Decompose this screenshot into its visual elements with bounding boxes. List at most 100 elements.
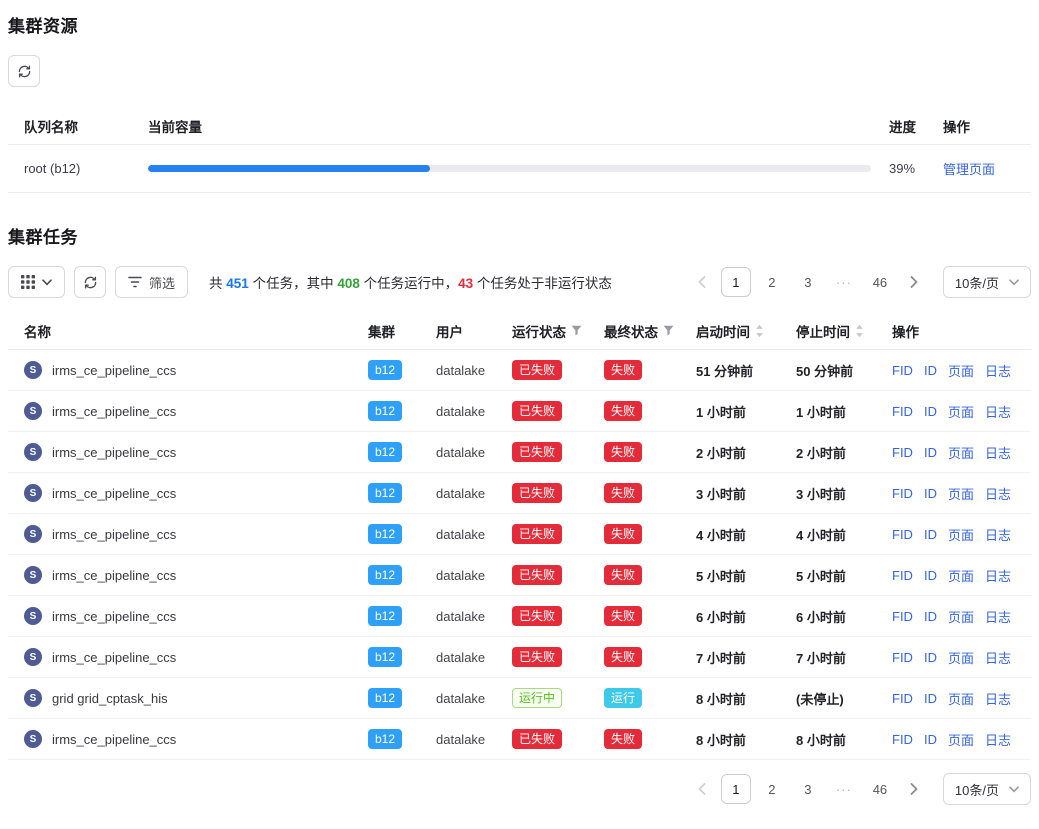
action-fid-link[interactable]: FID [892,445,913,460]
start-time: 8 小时前 [680,689,780,708]
action-id-link[interactable]: ID [924,568,937,583]
next-page-button[interactable] [901,267,927,297]
action-log-link[interactable]: 日志 [985,689,1011,708]
action-log-link[interactable]: 日志 [985,607,1011,626]
action-page-link[interactable]: 页面 [948,525,974,544]
start-time-sorter-icon[interactable] [755,324,764,338]
action-log-link[interactable]: 日志 [985,484,1011,503]
page-button-46[interactable]: 46 [865,267,895,297]
action-log-link[interactable]: 日志 [985,443,1011,462]
resources-table: 队列名称 当前容量 进度 操作 root (b12) 39% 管理页面 [8,107,1031,193]
tasks-section-title: 集群任务 [8,223,1031,248]
filter-button[interactable]: 筛选 [115,266,188,298]
run-status-badge: 已失败 [512,401,562,421]
action-page-link[interactable]: 页面 [948,443,974,462]
page-button-1[interactable]: 1 [721,267,751,297]
prev-page-button[interactable] [689,267,715,297]
header-current-capacity: 当前容量 [148,116,889,136]
action-fid-link[interactable]: FID [892,691,913,706]
resources-table-header: 队列名称 当前容量 进度 操作 [8,107,1031,145]
action-fid-link[interactable]: FID [892,527,913,542]
task-name: irms_ce_pipeline_ccs [52,486,176,501]
stop-time: 4 小时前 [780,525,876,544]
table-row: S irms_ce_pipeline_ccs b12 datalake 已失败 … [8,432,1031,473]
action-fid-link[interactable]: FID [892,650,913,665]
action-fid-link[interactable]: FID [892,404,913,419]
action-page-link[interactable]: 页面 [948,648,974,667]
action-id-link[interactable]: ID [924,527,937,542]
action-page-link[interactable]: 页面 [948,361,974,380]
final-status-filter-icon[interactable] [663,325,674,336]
tasks-refresh-button[interactable] [74,266,106,298]
action-page-link[interactable]: 页面 [948,730,974,749]
stop-time: 2 小时前 [780,443,876,462]
cluster-badge: b12 [368,524,402,544]
header-run-status: 运行状态 [496,321,588,341]
task-user: datalake [420,691,496,706]
action-page-link[interactable]: 页面 [948,689,974,708]
stop-time: 1 小时前 [780,402,876,421]
action-page-link[interactable]: 页面 [948,566,974,585]
tasks-table-header: 名称 集群 用户 运行状态 最终状态 启动时间 [8,312,1031,350]
resources-refresh-button[interactable] [8,55,40,87]
action-page-link[interactable]: 页面 [948,402,974,421]
page-button-2[interactable]: 2 [757,774,787,804]
column-settings-button[interactable] [8,266,65,298]
action-id-link[interactable]: ID [924,732,937,747]
start-time: 8 小时前 [680,730,780,749]
prev-page-button[interactable] [689,774,715,804]
action-id-link[interactable]: ID [924,445,937,460]
bottom-pagination-bar: 1 2 3 ··· 46 10条/页 [8,773,1031,805]
action-log-link[interactable]: 日志 [985,566,1011,585]
header-actions: 操作 [876,321,1031,341]
table-row: S irms_ce_pipeline_ccs b12 datalake 已失败 … [8,350,1031,391]
page-button-46[interactable]: 46 [865,774,895,804]
task-user: datalake [420,568,496,583]
stop-time-sorter-icon[interactable] [855,324,864,338]
action-fid-link[interactable]: FID [892,732,913,747]
action-fid-link[interactable]: FID [892,486,913,501]
action-id-link[interactable]: ID [924,486,937,501]
action-id-link[interactable]: ID [924,691,937,706]
action-log-link[interactable]: 日志 [985,525,1011,544]
action-page-link[interactable]: 页面 [948,607,974,626]
action-id-link[interactable]: ID [924,404,937,419]
action-log-link[interactable]: 日志 [985,648,1011,667]
next-page-button[interactable] [901,774,927,804]
action-page-link[interactable]: 页面 [948,484,974,503]
page-button-3[interactable]: 3 [793,267,823,297]
table-row: S irms_ce_pipeline_ccs b12 datalake 已失败 … [8,555,1031,596]
table-row: S irms_ce_pipeline_ccs b12 datalake 已失败 … [8,514,1031,555]
action-fid-link[interactable]: FID [892,568,913,583]
page-button-3[interactable]: 3 [793,774,823,804]
action-fid-link[interactable]: FID [892,609,913,624]
action-fid-link[interactable]: FID [892,363,913,378]
page-button-2[interactable]: 2 [757,267,787,297]
action-log-link[interactable]: 日志 [985,730,1011,749]
action-log-link[interactable]: 日志 [985,402,1011,421]
chevron-down-icon [42,279,52,286]
table-row: S irms_ce_pipeline_ccs b12 datalake 已失败 … [8,391,1031,432]
page-ellipsis[interactable]: ··· [829,267,859,297]
table-row: S irms_ce_pipeline_ccs b12 datalake 已失败 … [8,473,1031,514]
task-name: irms_ce_pipeline_ccs [52,609,176,624]
page-size-select[interactable]: 10条/页 [943,266,1031,298]
page-button-1[interactable]: 1 [721,774,751,804]
action-id-link[interactable]: ID [924,363,937,378]
task-type-avatar: S [24,525,42,543]
page-size-select[interactable]: 10条/页 [943,773,1031,805]
action-id-link[interactable]: ID [924,609,937,624]
page-ellipsis[interactable]: ··· [829,774,859,804]
chevron-down-icon [1009,786,1019,793]
action-log-link[interactable]: 日志 [985,361,1011,380]
cluster-badge: b12 [368,401,402,421]
final-status-badge: 失败 [604,606,642,626]
table-row: S irms_ce_pipeline_ccs b12 datalake 已失败 … [8,637,1031,678]
run-status-filter-icon[interactable] [571,325,582,336]
start-time: 5 小时前 [680,566,780,585]
run-status-badge: 已失败 [512,442,562,462]
manage-page-link[interactable]: 管理页面 [943,162,995,177]
stop-time: (未停止) [780,689,876,708]
run-status-badge: 运行中 [512,688,562,708]
action-id-link[interactable]: ID [924,650,937,665]
